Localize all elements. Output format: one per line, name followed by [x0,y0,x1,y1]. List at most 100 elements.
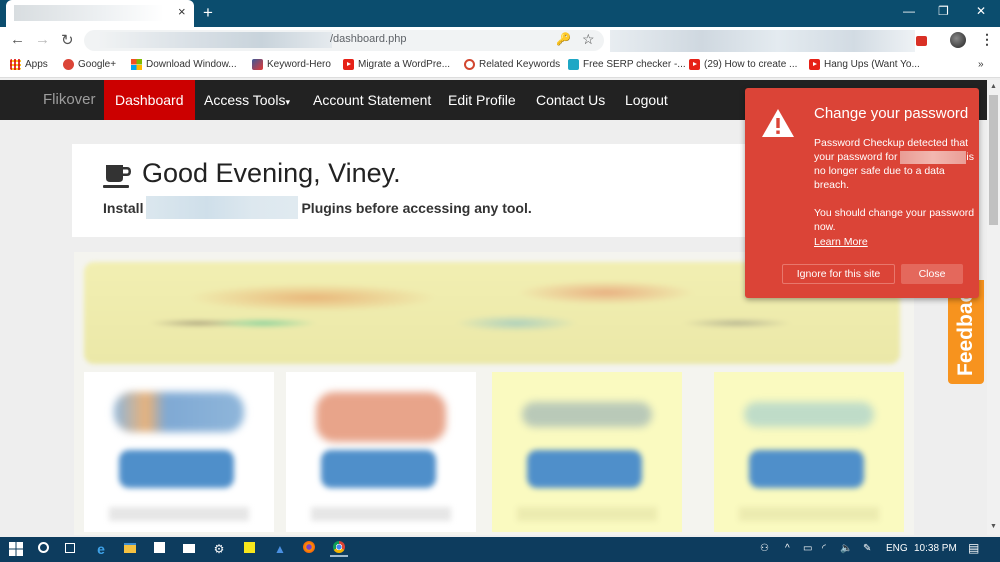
close-dialog-button[interactable]: Close [901,264,963,284]
close-window-icon[interactable]: ✕ [976,4,986,18]
url-blurred [98,32,332,48]
store-icon[interactable] [151,541,167,557]
minimize-icon[interactable]: — [903,4,915,18]
windows-start-icon[interactable] [8,541,24,557]
tool-card[interactable] [714,372,904,532]
people-icon[interactable]: ⚇ [760,543,769,554]
cortana-search-icon[interactable] [35,541,51,557]
related-keywords-icon [464,59,475,70]
tool-logo [744,402,874,427]
browser-toolbar: ← → ↻ /dashboard.php 🔑 ☆ ⋮ [0,27,1000,54]
bookmarks-bar: Apps Google+ Download Window... Keyword-… [0,54,1000,78]
warning-icon [762,109,794,137]
wifi-icon[interactable]: ◜ [822,543,826,554]
extension-icon[interactable] [916,36,927,46]
scroll-up-icon[interactable]: ▲ [990,83,997,90]
bookmark-keyword-hero[interactable]: Keyword-Hero [252,59,331,70]
plugin-name-blurred [146,196,299,219]
language-indicator[interactable]: ENG [886,543,908,554]
back-icon[interactable]: ← [10,31,25,48]
volume-icon[interactable]: 🔈 [840,543,852,554]
bookmarks-overflow-button[interactable]: » [978,59,984,70]
url-text: /dashboard.php [330,33,407,45]
bookmark-related-keywords[interactable]: Related Keywords [464,59,560,70]
dialog-title: Change your password [814,105,969,122]
greeting-heading: Good Evening, Viney. [142,158,401,188]
tool-access-button[interactable] [527,450,642,488]
edge-icon[interactable]: e [93,541,109,557]
sticky-notes-icon[interactable] [241,541,257,557]
firefox-icon[interactable] [301,541,317,557]
nav-contact-us[interactable]: Contact Us [525,80,616,120]
google-ads-icon[interactable]: ▲ [272,541,288,557]
settings-gear-icon[interactable]: ⚙ [211,541,227,557]
reload-icon[interactable]: ↻ [61,31,74,49]
tool-logo [522,402,652,427]
tool-card[interactable] [84,372,274,532]
bookmark-free-serp-checker[interactable]: Free SERP checker -... [568,59,686,70]
bookmark-hang-ups[interactable]: Hang Ups (Want Yo... [809,59,920,70]
forward-icon[interactable]: → [35,31,50,48]
nav-logout[interactable]: Logout [614,80,679,120]
ignore-for-site-button[interactable]: Ignore for this site [782,264,895,284]
tool-footer [109,507,249,521]
mail-icon[interactable] [181,541,197,557]
dialog-body: Password Checkup detected that your pass… [814,137,975,233]
coffee-cup-icon [103,165,131,188]
nav-access-tools[interactable]: Access Tools▾ [193,80,301,120]
tool-footer [517,507,657,521]
youtube-icon [689,59,700,70]
windows-taskbar: e ⚙ ▲ ⚇ ^ ▭ ◜ 🔈 ✎ ENG 10:38 PM ▤ [0,537,1000,562]
tab-close-icon[interactable]: × [178,4,186,19]
scroll-down-icon[interactable]: ▼ [990,523,997,530]
new-tab-button[interactable]: + [203,3,213,23]
serp-checker-icon [568,59,579,70]
action-center-icon[interactable]: ▤ [968,541,979,555]
bookmark-download-windows[interactable]: Download Window... [131,59,237,70]
install-notice: Install Plugins before accessing any too… [103,196,532,219]
restore-icon[interactable]: ❐ [938,4,949,18]
tool-logo [316,392,446,442]
bookmark-migrate-wordpress[interactable]: Migrate a WordPre... [343,59,450,70]
file-explorer-icon[interactable] [122,541,138,557]
task-view-icon[interactable] [62,541,78,557]
tool-card[interactable] [286,372,476,532]
browser-tab-bar: × + — ❐ ✕ [0,0,1000,27]
tool-card[interactable] [492,372,682,532]
keyword-hero-icon [252,59,263,70]
star-icon[interactable]: ☆ [582,31,595,48]
page-scrollbar[interactable]: ▲ ▼ [987,80,1000,535]
change-password-dialog: Change your password Password Checkup de… [745,88,979,298]
battery-icon[interactable]: ▭ [803,543,812,554]
bookmark-apps[interactable]: Apps [10,59,48,70]
nav-dashboard[interactable]: Dashboard [104,80,195,120]
nav-account-statement[interactable]: Account Statement [302,80,442,120]
show-hidden-icons[interactable]: ^ [785,543,790,554]
address-bar[interactable]: /dashboard.php 🔑 ☆ [84,30,604,51]
youtube-icon [809,59,820,70]
nav-edit-profile[interactable]: Edit Profile [437,80,527,120]
tool-access-button[interactable] [321,450,436,488]
bookmark-how-to-create[interactable]: (29) How to create ... [689,59,797,70]
google-plus-icon [63,59,74,70]
tool-access-button[interactable] [749,450,864,488]
clock[interactable]: 10:38 PM [914,543,957,554]
scroll-thumb[interactable] [989,95,998,225]
key-icon[interactable]: 🔑 [556,32,571,46]
youtube-icon [343,59,354,70]
bookmark-google-plus[interactable]: Google+ [63,59,116,70]
tab-title-blurred [14,5,164,21]
site-brand[interactable]: Flikover [32,80,107,120]
learn-more-link[interactable]: Learn More [814,236,868,248]
tool-footer [739,507,879,521]
profile-avatar[interactable] [950,32,966,48]
browser-tab[interactable]: × [6,0,194,27]
menu-icon[interactable]: ⋮ [980,31,994,48]
apps-grid-icon [10,59,21,70]
tool-logo [114,392,244,432]
site-name-blurred [900,150,967,164]
chrome-icon[interactable] [330,541,348,557]
tool-access-button[interactable] [119,450,234,488]
extensions-blurred [610,30,915,52]
pen-icon[interactable]: ✎ [863,543,871,554]
